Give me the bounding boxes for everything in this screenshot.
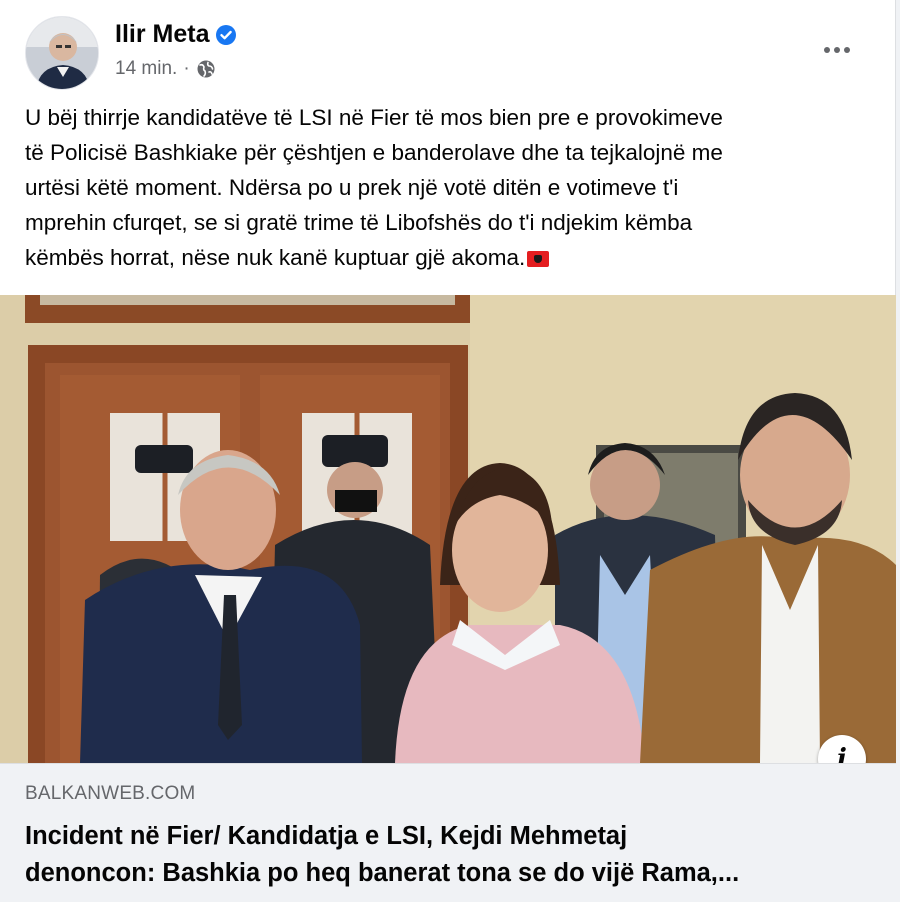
albania-flag-icon xyxy=(527,251,550,267)
meta-separator: · xyxy=(183,58,190,79)
facebook-post: Ilir Meta 14 min. · U bëj thirrje kandid… xyxy=(0,0,896,899)
link-title-line: Incident në Fier/ Kandidatja e LSI, Kejd… xyxy=(25,822,628,850)
post-meta: 14 min. · xyxy=(115,58,216,80)
post-text-line: urtësi këtë moment. Ndërsa po u prek një… xyxy=(25,175,679,200)
link-preview-image[interactable]: i xyxy=(0,295,896,763)
link-domain: BALKANWEB.COM xyxy=(25,783,196,804)
post-text-line: mprehin cfurqet, se si gratë trime të Li… xyxy=(25,210,693,235)
post-time[interactable]: 14 min. xyxy=(115,58,177,80)
more-options-button[interactable] xyxy=(817,30,857,70)
link-title[interactable]: Incident në Fier/ Kandidatja e LSI, Kejd… xyxy=(25,818,875,892)
author-avatar[interactable] xyxy=(25,16,99,90)
post-text-line-last: këmbës horrat, nëse nuk kanë kuptuar gjë… xyxy=(25,240,875,275)
post-text-line: të Policisë Bashkiake për çështjen e ban… xyxy=(25,140,723,165)
author-name[interactable]: Ilir Meta xyxy=(115,20,237,49)
verified-badge-icon xyxy=(215,24,237,46)
link-preview[interactable]: BALKANWEB.COM Incident në Fier/ Kandidat… xyxy=(0,763,896,899)
post-text: U bëj thirrje kandidatëve të LSI në Fier… xyxy=(25,100,875,275)
post-text-line: U bëj thirrje kandidatëve të LSI në Fier… xyxy=(25,105,723,130)
link-title-line: denoncon: Bashkia po heq banerat tona se… xyxy=(25,859,740,887)
more-options-icon xyxy=(823,41,851,59)
author-name-text[interactable]: Ilir Meta xyxy=(115,20,209,49)
globe-icon[interactable] xyxy=(196,59,216,79)
post-text-line: këmbës horrat, nëse nuk kanë kuptuar gjë… xyxy=(25,245,526,270)
post-header: Ilir Meta 14 min. · xyxy=(25,16,875,90)
